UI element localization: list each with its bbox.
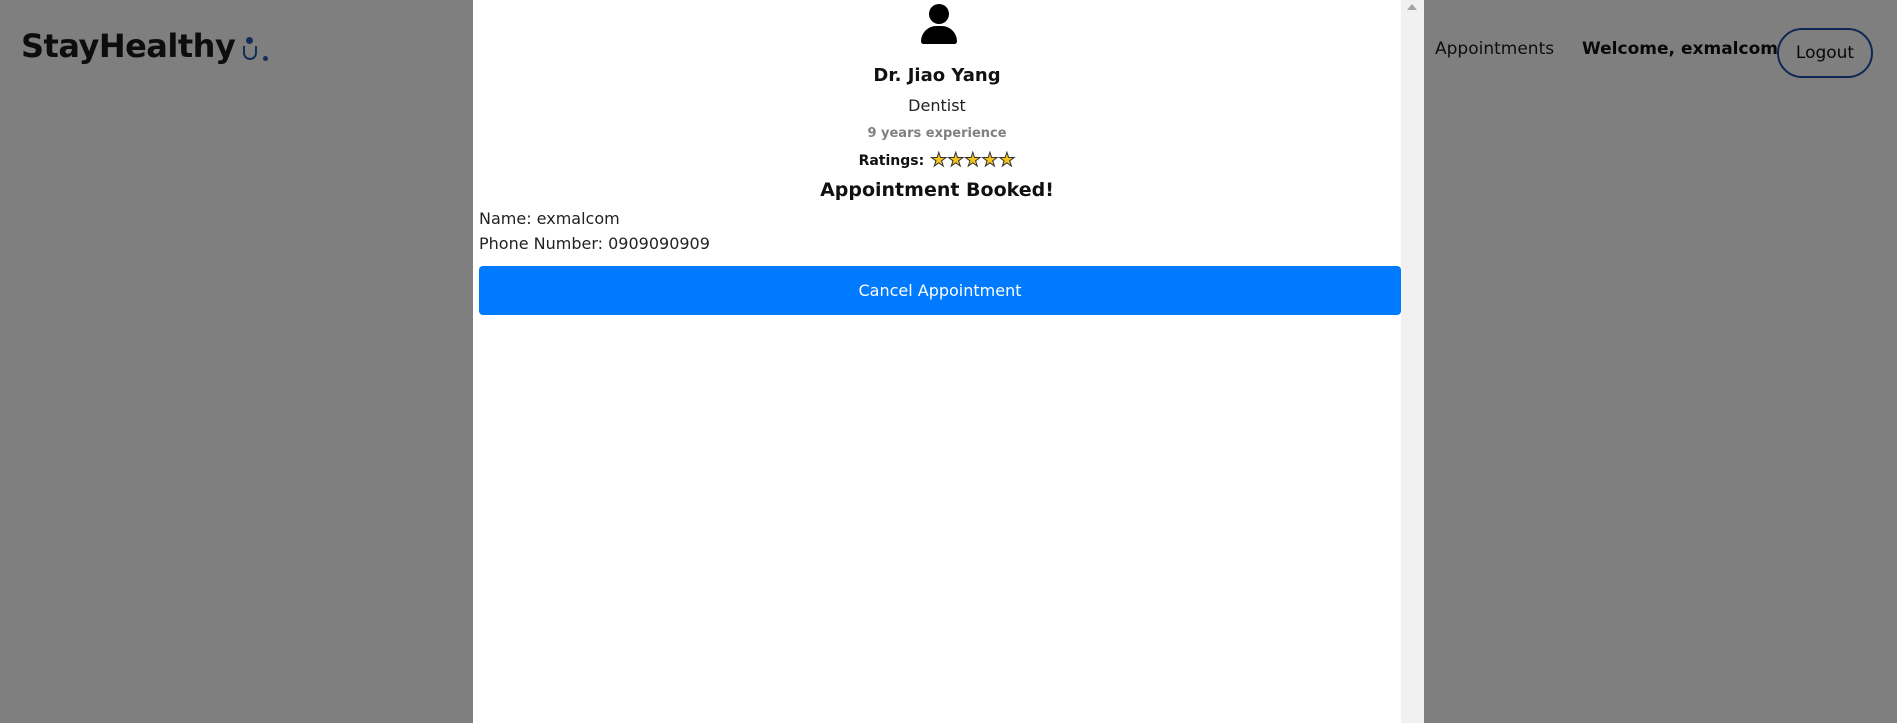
ratings-label: Ratings: (858, 152, 925, 169)
doctor-ratings: Ratings: ★★★★★ (473, 149, 1401, 171)
doctor-speciality: Dentist (908, 96, 966, 115)
star-icon: ★ (930, 149, 948, 171)
star-icon: ★ (998, 149, 1016, 171)
modal-scrollbar[interactable] (1401, 0, 1424, 723)
appointment-modal: Dr. Jiao Yang Dentist 9 years experience… (473, 0, 1424, 723)
star-icon: ★ (947, 149, 965, 171)
doctor-experience: 9 years experience (867, 126, 1007, 141)
rating-stars: ★★★★★ (930, 149, 1016, 171)
scroll-up-arrow-icon[interactable] (1407, 4, 1417, 10)
booking-confirmation-title: Appointment Booked! (820, 179, 1054, 201)
modal-content: Dr. Jiao Yang Dentist 9 years experience… (473, 0, 1401, 723)
doctor-name: Dr. Jiao Yang (873, 65, 1001, 86)
patient-phone: Phone Number: 0909090909 (479, 234, 710, 253)
patient-name: Name: exmalcom (479, 209, 620, 228)
doctor-avatar-icon (919, 4, 959, 44)
star-icon: ★ (981, 149, 999, 171)
cancel-appointment-button[interactable]: Cancel Appointment (479, 266, 1401, 315)
star-icon: ★ (964, 149, 982, 171)
